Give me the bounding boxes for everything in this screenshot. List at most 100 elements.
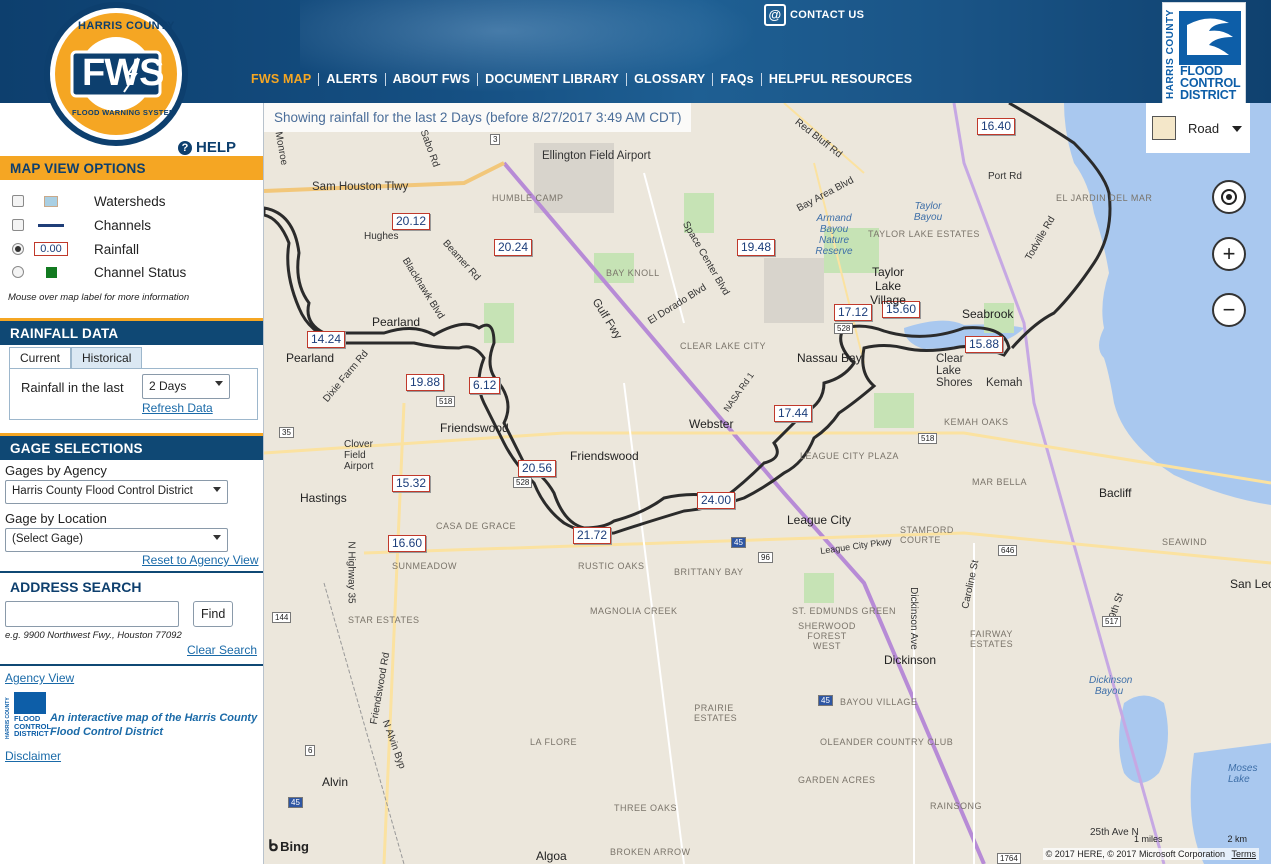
divider <box>0 664 263 666</box>
neighborhood-label: TAYLOR LAKE ESTATES <box>868 229 980 239</box>
address-search-input[interactable] <box>5 601 179 627</box>
place-label: HUMBLE CAMP <box>492 193 564 203</box>
nav-document-library[interactable]: DOCUMENT LIBRARY <box>478 72 626 86</box>
bing-logo[interactable]: ᑲ Bing <box>268 836 309 856</box>
reset-agency-view-link[interactable]: Reset to Agency View <box>142 553 259 567</box>
neighborhood-label: SHERWOOD FOREST WEST <box>798 621 856 651</box>
channel-status-label: Channel Status <box>94 264 187 280</box>
hcfcd-small-wave-icon <box>14 692 46 714</box>
city-label: Nassau Bay <box>797 351 862 365</box>
option-channels[interactable]: Channels <box>12 216 151 234</box>
header-storm-background <box>300 0 800 103</box>
rainfall-gage-label[interactable]: 15.32 <box>392 475 431 492</box>
neighborhood-label: THREE OAKS <box>614 803 678 813</box>
locate-me-button[interactable] <box>1212 180 1246 214</box>
tab-current[interactable]: Current <box>9 347 72 368</box>
contact-us-link[interactable]: @ CONTACT US <box>764 4 864 26</box>
road-label: Dickinson Ave <box>907 587 919 650</box>
rainfall-period-banner: Showing rainfall for the last 2 Days (be… <box>264 103 692 132</box>
channels-checkbox[interactable] <box>12 219 24 231</box>
neighborhood-label: LEAGUE CITY PLAZA <box>800 451 899 461</box>
chevron-down-icon <box>1232 126 1242 132</box>
neighborhood-label: OLEANDER COUNTRY CLUB <box>820 737 954 747</box>
minus-icon: − <box>1222 297 1236 322</box>
chevron-down-icon <box>213 487 221 492</box>
hcfcd-logo[interactable]: HARRIS COUNTY FLOOD CONTROL DISTRICT <box>1162 2 1246 103</box>
nav-fws-map[interactable]: FWS MAP <box>244 72 318 86</box>
rainfall-gage-label[interactable]: 14.24 <box>307 331 346 348</box>
mouse-over-hint: Mouse over map label for more informatio… <box>8 292 190 303</box>
neighborhood-label: BRITTANY BAY <box>674 567 744 577</box>
highway-shield: 144 <box>272 612 292 623</box>
neighborhood-label: MAGNOLIA CREEK <box>590 606 678 616</box>
rainfall-radio[interactable] <box>12 243 24 255</box>
rainfall-gage-label[interactable]: 20.24 <box>494 239 533 256</box>
nav-about-fws[interactable]: ABOUT FWS <box>386 72 477 86</box>
nav-faqs[interactable]: FAQs <box>713 72 760 86</box>
agency-view-link[interactable]: Agency View <box>5 671 74 685</box>
channel-status-radio[interactable] <box>12 266 24 278</box>
refresh-data-link[interactable]: Refresh Data <box>142 401 213 415</box>
map-canvas[interactable]: Showing rainfall for the last 2 Days (be… <box>264 103 1271 864</box>
nav-alerts[interactable]: ALERTS <box>319 72 384 86</box>
rainfall-gage-label[interactable]: 15.88 <box>965 336 1004 353</box>
help-label: HELP <box>196 139 237 156</box>
rainfall-gage-label[interactable]: 17.44 <box>774 405 813 422</box>
moses-lake <box>1190 743 1271 864</box>
gages-by-agency-label: Gages by Agency <box>5 463 107 478</box>
option-channel-status[interactable]: Channel Status <box>12 263 186 281</box>
park-area <box>804 573 834 603</box>
chevron-down-icon <box>215 381 223 386</box>
clear-search-link[interactable]: Clear Search <box>187 643 257 657</box>
location-select-value: (Select Gage) <box>12 533 83 545</box>
scale-km: 2 km <box>1227 834 1247 844</box>
zoom-in-button[interactable]: + <box>1212 237 1246 271</box>
logo-main-text: FWS <box>82 52 164 94</box>
option-rainfall[interactable]: 0.00 Rainfall <box>12 240 139 258</box>
road-map-icon <box>1152 116 1176 140</box>
divider <box>0 571 263 573</box>
map-style-selector[interactable]: Road <box>1146 103 1250 153</box>
tab-historical[interactable]: Historical <box>71 347 143 368</box>
rainfall-gage-label[interactable]: 20.12 <box>392 213 431 230</box>
zoom-out-button[interactable]: − <box>1212 293 1246 327</box>
rainfall-gage-label[interactable]: 19.88 <box>406 374 445 391</box>
rainfall-gage-label[interactable]: 6.12 <box>469 377 501 394</box>
scale-miles: 1 miles <box>1133 834 1163 844</box>
hcfcd-small-vertical-text: HARRIS COUNTY <box>5 697 11 739</box>
map-attribution: © 2017 HERE, © 2017 Microsoft Corporatio… <box>1042 848 1259 860</box>
find-button[interactable]: Find <box>193 601 234 627</box>
neighborhood-label: BAY KNOLL <box>606 268 660 278</box>
interstate-shield: 45 <box>818 695 833 706</box>
rainfall-gage-label[interactable]: 24.00 <box>697 492 736 509</box>
nav-glossary[interactable]: GLOSSARY <box>627 72 712 86</box>
option-watersheds[interactable]: Watersheds <box>12 192 166 210</box>
channel-line-icon <box>28 223 74 227</box>
city-label: Clear Lake Shores <box>936 353 973 389</box>
rainfall-period-select[interactable]: 2 Days <box>142 374 230 399</box>
city-label: Pearland <box>286 351 335 365</box>
neighborhood-label: RUSTIC OAKS <box>578 561 645 571</box>
dickinson-bay <box>1119 695 1168 783</box>
terms-link[interactable]: Terms <box>1232 849 1257 859</box>
neighborhood-label: MAR BELLA <box>972 477 1028 487</box>
neighborhood-label: SEAWIND <box>1162 537 1208 547</box>
rainfall-gage-label[interactable]: 16.40 <box>977 118 1016 135</box>
agency-select[interactable]: Harris County Flood Control District <box>5 480 228 504</box>
rainfall-gage-label[interactable]: 19.48 <box>737 239 776 256</box>
hcfcd-small-logo[interactable]: FLOOD CONTROL DISTRICT HARRIS COUNTY <box>5 692 51 740</box>
highway-shield: 35 <box>279 427 294 438</box>
neighborhood-label: BAYOU VILLAGE <box>840 697 918 707</box>
rainfall-gage-label[interactable]: 20.56 <box>518 460 557 477</box>
disclaimer-link[interactable]: Disclaimer <box>5 749 61 763</box>
highway-shield: 1764 <box>997 853 1021 864</box>
neighborhood-label: SUNMEADOW <box>392 561 457 571</box>
rainfall-gage-label[interactable]: 16.60 <box>388 535 427 552</box>
nav-helpful-resources[interactable]: HELPFUL RESOURCES <box>762 72 919 86</box>
neighborhood-label: CASA DE GRACE <box>436 521 517 531</box>
watersheds-checkbox[interactable] <box>12 195 24 207</box>
fws-logo[interactable]: HARRIS COUNTY FWS FLOOD WARNING SYSTEM <box>30 0 202 158</box>
interstate-shield: 45 <box>731 537 746 548</box>
rainfall-gage-label[interactable]: 21.72 <box>573 527 612 544</box>
location-select[interactable]: (Select Gage) <box>5 528 228 552</box>
